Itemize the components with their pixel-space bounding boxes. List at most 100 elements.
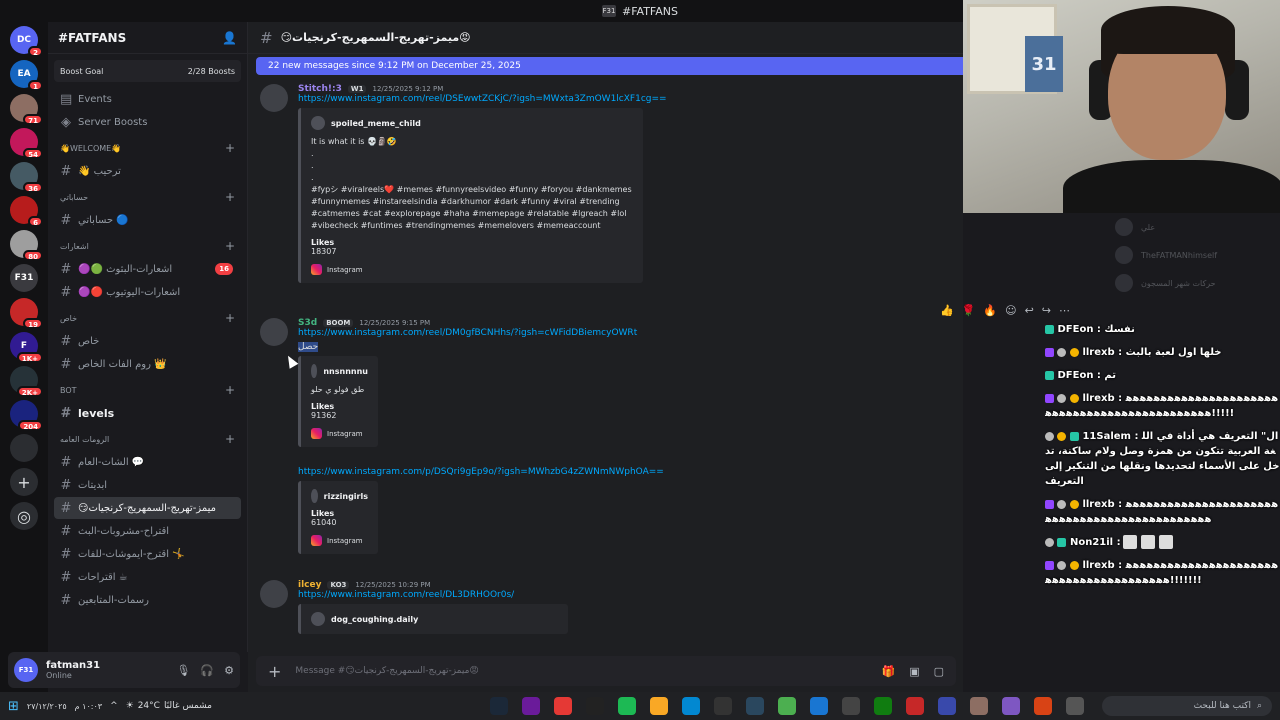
server-icon-server-80[interactable]: 80 (10, 230, 43, 261)
embed-author[interactable]: spoiled_meme_child (311, 116, 633, 130)
microphone-icon[interactable]: 🎙 (176, 664, 190, 677)
add-channel-icon[interactable]: + (225, 311, 235, 325)
channel-item[interactable]: # 😏ميمز-تهريج-السمهريج-كرنجيات (54, 497, 241, 519)
sidebar-link[interactable]: ▤ Events (54, 88, 241, 110)
avatar[interactable] (260, 318, 288, 346)
member-item[interactable]: TheFATMANhimself (1105, 241, 1280, 269)
server-icon-server-1k[interactable]: F 1K+ (10, 332, 43, 363)
folder-icon[interactable] (649, 697, 668, 715)
add-channel-icon[interactable]: + (225, 383, 235, 397)
add-channel-icon[interactable]: + (225, 141, 235, 155)
message-input[interactable]: Message #😏ميمز-تهريج-السمهريج-كرنجيات😡 (295, 666, 478, 676)
channel-item[interactable]: # اقترح-ايموشات-للفات 🤸 (54, 543, 241, 565)
gif-icon[interactable]: ▣ (909, 665, 919, 678)
new-messages-bar[interactable]: 22 new messages since 9:12 PM on Decembe… (256, 57, 963, 75)
add-server-button[interactable]: + (10, 468, 38, 496)
channel-category[interactable]: خاص + (54, 307, 241, 329)
channel-item[interactable]: # اقتراح-مشروبات-البث (54, 520, 241, 542)
channel-item[interactable]: # ابديتات (54, 474, 241, 496)
browser-icon[interactable] (521, 697, 540, 715)
add-channel-icon[interactable]: + (225, 190, 235, 204)
avatar[interactable] (260, 580, 288, 608)
message-author[interactable]: ilcey (298, 580, 321, 590)
channel-item[interactable]: # 🟣🔴 اشعارات-اليوتيوب (54, 281, 241, 303)
server-icon-server-fat[interactable]: F31 (10, 264, 38, 292)
member-item[interactable]: حركات شهر المسجون (1105, 269, 1280, 297)
copilot-icon[interactable] (1001, 697, 1020, 715)
forward-icon[interactable]: ↪ (1042, 304, 1051, 317)
channel-item[interactable]: # حساباتي 🔵 (54, 209, 241, 231)
message-link[interactable]: https://www.instagram.com/reel/DL3DRHOOr… (298, 590, 950, 600)
sidebar-link[interactable]: ◈ Server Boosts (54, 111, 241, 133)
boost-goal[interactable]: Boost Goal 2/28 Boosts (54, 60, 241, 82)
steam-icon[interactable] (745, 697, 764, 715)
add-user-icon[interactable]: 👤 (222, 31, 237, 45)
message-author[interactable]: S3d (298, 318, 317, 328)
message-author[interactable]: Stitch!:3 (298, 84, 342, 94)
attach-plus-icon[interactable]: + (268, 662, 281, 681)
edge-icon[interactable] (681, 697, 700, 715)
sticker-icon[interactable]: ▢ (934, 665, 944, 678)
channel-category[interactable]: BOT + (54, 379, 241, 401)
rose-icon[interactable]: 🌹 (962, 304, 976, 317)
channel-item[interactable]: # 🟣🟢 اشعارات-البثوث 16 (54, 258, 241, 280)
channel-category[interactable]: الرومات العامه + (54, 428, 241, 450)
app-icon[interactable] (905, 697, 924, 715)
windows-start-icon[interactable]: ⊞ (8, 699, 19, 714)
headphones-icon[interactable]: 🎧 (200, 664, 214, 677)
store-icon[interactable] (841, 697, 860, 715)
server-icon-server-2k[interactable]: 2K+ (10, 366, 43, 397)
obs-icon[interactable] (585, 697, 604, 715)
channel-category[interactable]: اشعارات + (54, 235, 241, 257)
reply-icon[interactable]: ↩ (1025, 304, 1034, 317)
server-icon-server-71[interactable]: 71 (10, 94, 43, 125)
fire-icon[interactable]: 🔥 (983, 304, 997, 317)
weather-widget[interactable]: ☀ 24°C مشمس غالبًا (126, 701, 212, 711)
embed-author[interactable]: nnsnnnnu (311, 364, 368, 378)
add-channel-icon[interactable]: + (225, 432, 235, 446)
gift-icon[interactable]: 🎁 (881, 665, 895, 678)
server-icon-server-misc[interactable] (10, 434, 38, 462)
app-icon[interactable] (1033, 697, 1052, 715)
message-link[interactable]: https://www.instagram.com/reel/DSEwwtZCK… (298, 94, 950, 104)
channel-item[interactable]: # اقتراحات ☕ (54, 566, 241, 588)
server-icon-server-54[interactable]: 54 (10, 128, 43, 159)
xbox-icon[interactable] (873, 697, 892, 715)
server-icon-server-19[interactable]: 19 (10, 298, 43, 329)
spotify-icon[interactable] (617, 697, 636, 715)
avatar[interactable]: F31 (14, 658, 38, 682)
embed-author[interactable]: rizzingirls (311, 489, 368, 503)
channel-item[interactable]: # روم الفات الخاص 👑 (54, 353, 241, 375)
tray-chevron-icon[interactable]: ^ (110, 701, 118, 711)
more-icon[interactable]: ⋯ (1059, 304, 1070, 317)
channel-item[interactable]: # 👋 ترحيب (54, 160, 241, 182)
app-icon[interactable] (1065, 697, 1084, 715)
add-channel-icon[interactable]: + (225, 239, 235, 253)
message-composer[interactable]: + Message #😏ميمز-تهريج-السمهريج-كرنجيات😡… (256, 656, 956, 686)
gear-icon[interactable]: ⚙ (224, 664, 234, 677)
message-link[interactable]: https://www.instagram.com/p/DSQri9gEp9o/… (298, 467, 950, 477)
avatar[interactable] (260, 84, 288, 112)
steam-icon[interactable] (489, 697, 508, 715)
app-icon[interactable] (809, 697, 828, 715)
game-icon[interactable] (969, 697, 988, 715)
server-icon-server-204[interactable]: 204 (10, 400, 43, 431)
guild-header[interactable]: #FATFANS 👤 (48, 22, 247, 54)
channel-item[interactable]: # الشات-العام 💬 (54, 451, 241, 473)
terminal-icon[interactable] (713, 697, 732, 715)
channel-item[interactable]: # levels (54, 402, 241, 424)
taskbar-search[interactable]: اكتب هنا للبحث ⌕ (1102, 696, 1272, 716)
channel-category[interactable]: 👋WELCOME👋 + (54, 137, 241, 159)
server-icon-server-6[interactable]: 6 (10, 196, 43, 227)
embed-author[interactable]: dog_coughing.daily (311, 612, 558, 626)
chrome-icon[interactable] (553, 697, 572, 715)
channel-category[interactable]: حساباتي + (54, 186, 241, 208)
discover-icon[interactable]: ◎ (10, 502, 38, 530)
minecraft-icon[interactable] (777, 697, 796, 715)
channel-item[interactable]: # خاص (54, 330, 241, 352)
app-icon[interactable] (937, 697, 956, 715)
server-icon-discord-home[interactable]: DC 2 (10, 26, 43, 57)
member-item[interactable]: علي (1105, 213, 1280, 241)
message-link[interactable]: https://www.instagram.com/reel/DM0gfBCNH… (298, 328, 950, 338)
server-icon-ea[interactable]: EA 1 (10, 60, 43, 91)
